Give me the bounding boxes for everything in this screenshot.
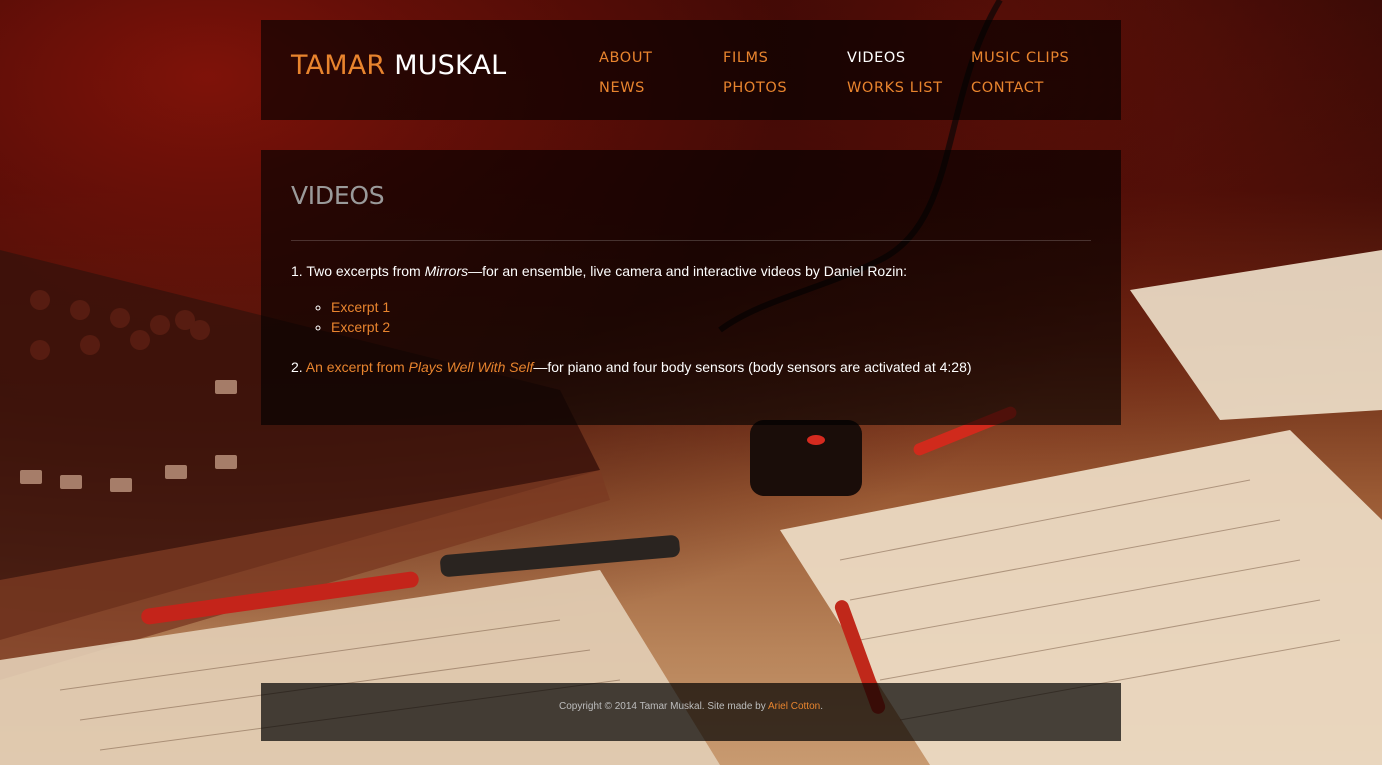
item1-description: —for an ensemble, live camera and intera…: [468, 263, 908, 279]
nav-music-clips[interactable]: MUSIC CLIPS: [971, 50, 1095, 80]
nav-films[interactable]: FILMS: [723, 50, 847, 80]
excerpt-1-link[interactable]: Excerpt 1: [331, 299, 390, 315]
video-item-1: 1. Two excerpts from Mirrors—for an ense…: [291, 261, 1091, 281]
page-title: VIDEOS: [291, 181, 385, 210]
item1-prefix: 1. Two excerpts from: [291, 263, 425, 279]
item2-work-title: Plays Well With Self: [408, 359, 534, 375]
title-divider: [291, 240, 1091, 241]
site-footer: Copyright © 2014 Tamar Muskal. Site made…: [261, 683, 1121, 741]
nav-works-list[interactable]: WORKS LIST: [847, 80, 971, 110]
copyright-text: Copyright © 2014 Tamar Muskal. Site made…: [559, 701, 768, 712]
main-navigation: ABOUT FILMS VIDEOS MUSIC CLIPS NEWS PHOT…: [599, 50, 1099, 110]
designer-link[interactable]: Ariel Cotton: [768, 701, 820, 712]
item2-link-text: An excerpt from: [305, 359, 409, 375]
nav-videos[interactable]: VIDEOS: [847, 50, 971, 80]
nav-contact[interactable]: CONTACT: [971, 80, 1095, 110]
item1-work-title: Mirrors: [424, 263, 469, 279]
nav-photos[interactable]: PHOTOS: [723, 80, 847, 110]
nav-news[interactable]: NEWS: [599, 80, 723, 110]
content-panel: VIDEOS 1. Two excerpts from Mirrors—for …: [261, 150, 1121, 425]
item2-prefix: 2.: [291, 359, 306, 375]
logo-first-name: TAMAR: [291, 50, 386, 81]
list-item: Excerpt 2: [331, 317, 1091, 337]
excerpt-2-link[interactable]: Excerpt 2: [331, 319, 390, 335]
footer-period: .: [820, 701, 823, 712]
video-list: 1. Two excerpts from Mirrors—for an ense…: [291, 261, 1091, 377]
video-item-2: 2. An excerpt from Plays Well With Self—…: [291, 357, 1091, 377]
logo-last-name: MUSKAL: [394, 50, 507, 81]
plays-well-link[interactable]: An excerpt from Plays Well With Self: [306, 359, 534, 375]
site-header: TAMAR MUSKAL ABOUT FILMS VIDEOS MUSIC CL…: [261, 20, 1121, 120]
item2-description: —for piano and four body sensors (body s…: [533, 359, 972, 375]
excerpt-list: Excerpt 1 Excerpt 2: [291, 297, 1091, 337]
list-item: Excerpt 1: [331, 297, 1091, 317]
nav-about[interactable]: ABOUT: [599, 50, 723, 80]
site-logo[interactable]: TAMAR MUSKAL: [291, 50, 506, 81]
